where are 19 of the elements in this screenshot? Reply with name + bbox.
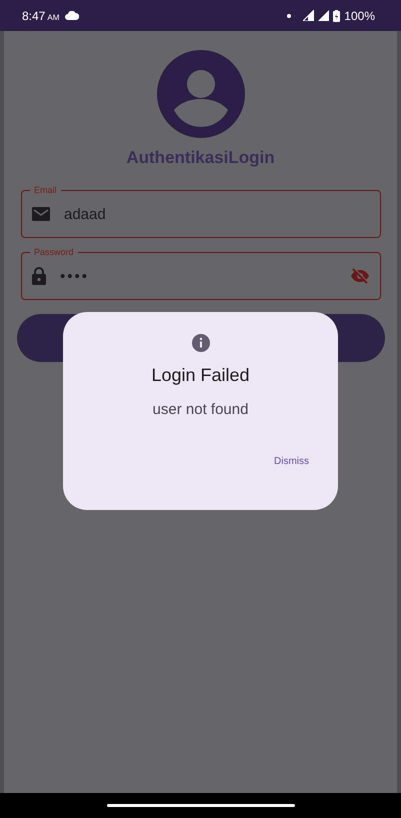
battery-percent: 100% [344, 8, 375, 22]
dialog-message: user not found [152, 401, 248, 418]
field-label: Password [30, 246, 78, 258]
dot-icon [287, 14, 292, 18]
eye-slash-icon[interactable] [350, 268, 370, 284]
dialog-title: Login Failed [151, 365, 250, 386]
cloud-icon [65, 11, 80, 20]
dismiss-button[interactable]: Dismiss [268, 452, 315, 471]
battery-icon [333, 10, 340, 22]
envelope-icon [32, 207, 50, 221]
info-icon [192, 334, 210, 352]
signal-icon [303, 10, 314, 21]
lock-icon [32, 267, 46, 285]
field-value: adaad [64, 206, 107, 222]
signal-icon [318, 10, 330, 21]
profile-avatar-icon [156, 50, 244, 138]
field-label: Email [30, 184, 61, 196]
field-value: •••• [60, 268, 90, 284]
clock: 8:47 AM [22, 8, 60, 22]
